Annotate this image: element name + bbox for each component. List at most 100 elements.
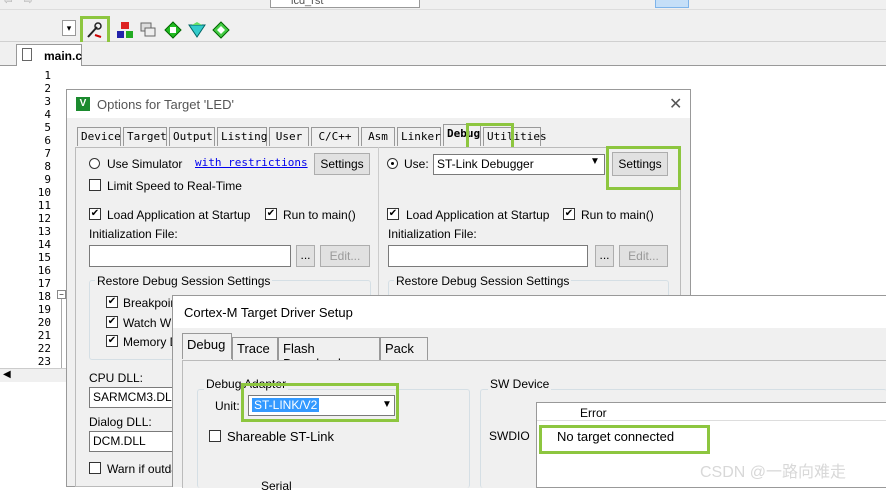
unit-select[interactable]: ST-LINK/V2 ▼ [248, 395, 395, 416]
line-number: 5 [44, 121, 51, 134]
pack-installer-icon[interactable] [188, 21, 206, 39]
cortex-tab-trace[interactable]: Trace [232, 337, 278, 360]
no-target-text: No target connected [557, 429, 675, 444]
watermark: CSDN @一路向难走 [700, 464, 847, 481]
run-main-checkbox-right[interactable]: ✔ [563, 208, 575, 220]
with-restrictions-link[interactable]: with restrictions [195, 156, 308, 169]
cortex-tab-debug[interactable]: Debug [182, 333, 232, 359]
debugger-select-value: ST-Link Debugger [437, 157, 534, 171]
line-number: 21 [37, 329, 51, 342]
edit-button-left[interactable]: Edit... [320, 245, 370, 267]
line-number: 7 [44, 147, 51, 160]
line-number: 22 [37, 342, 51, 355]
browse-button-left[interactable]: ... [296, 245, 315, 267]
restore-group-title-left: Restore Debug Session Settings [95, 274, 273, 288]
memory-checkbox[interactable]: ✔ [106, 335, 118, 347]
options-titlebar: V Options for Target 'LED' ✕ [67, 90, 690, 118]
cortex-tab-flash-download[interactable]: Flash Download [278, 337, 380, 371]
options-tab-user[interactable]: User [269, 127, 309, 146]
editor-tab-main-c[interactable]: main.c [16, 44, 82, 66]
cpu-dll-field[interactable]: SARMCM3.DLL [89, 387, 175, 408]
keil-logo-icon: V [76, 97, 90, 111]
top-toolbar-strip: ⇦ ⇨ lcd_rst [0, 0, 886, 10]
debugger-dropdown-icon[interactable]: ▼ [590, 156, 600, 167]
fold-marker-icon[interactable]: − [57, 290, 66, 299]
select-packs-icon[interactable] [164, 21, 182, 39]
line-number: 16 [37, 264, 51, 277]
load-app-checkbox-right[interactable]: ✔ [387, 208, 399, 220]
init-file-label-right: Initialization File: [388, 227, 477, 241]
browse-button-right[interactable]: ... [595, 245, 614, 267]
init-file-input-right[interactable] [388, 245, 588, 267]
forward-arrow-icon[interactable]: ⇨ [24, 0, 32, 7]
debugger-settings-button[interactable]: Settings [612, 152, 668, 176]
limit-speed-checkbox[interactable] [89, 179, 101, 191]
options-tab-cc[interactable]: C/C++ [311, 127, 359, 146]
options-tab-asm[interactable]: Asm [361, 127, 395, 146]
target-field[interactable]: lcd_rst [270, 0, 420, 8]
unit-dropdown-icon[interactable]: ▼ [382, 399, 392, 410]
cortex-tab-pack[interactable]: Pack [380, 337, 428, 360]
editor-hscrollbar[interactable]: ◀ [0, 368, 66, 382]
dialog-dll-field[interactable]: DCM.DLL [89, 431, 175, 452]
options-tabs: Device Target Output Listing User C/C++ Asm Lin… [77, 124, 677, 147]
run-time-env-icon[interactable] [212, 21, 230, 39]
debugger-select[interactable]: ST-Link Debugger [433, 154, 605, 175]
run-main-label-right: Run to main() [581, 208, 654, 222]
manage-project-icon[interactable] [116, 21, 134, 39]
shareable-label: Shareable ST-Link [227, 429, 334, 444]
unit-label: Unit: [215, 399, 240, 413]
run-main-label-left: Run to main() [283, 208, 356, 222]
simulator-radio[interactable] [89, 158, 100, 169]
back-arrow-icon[interactable]: ⇦ [4, 0, 12, 7]
breakpoints-checkbox[interactable]: ✔ [106, 296, 118, 308]
file-extensions-icon[interactable] [139, 21, 157, 39]
line-number: 11 [37, 199, 51, 212]
line-number: 6 [44, 134, 51, 147]
options-tab-output[interactable]: Output [169, 127, 215, 146]
watch-checkbox[interactable]: ✔ [106, 316, 118, 328]
close-icon[interactable]: ✕ [669, 94, 682, 114]
toolbar-active-button[interactable] [655, 0, 689, 8]
serial-label: Serial [261, 479, 292, 493]
options-tab-linker[interactable]: Linker [397, 127, 441, 146]
shareable-checkbox[interactable] [209, 430, 221, 442]
file-icon [22, 48, 32, 61]
error-column-header: Error [580, 406, 607, 420]
target-field-value: lcd_rst [291, 0, 324, 7]
options-tab-device[interactable]: Device [77, 127, 121, 146]
limit-speed-label: Limit Speed to Real-Time [107, 179, 242, 193]
line-number: 13 [37, 225, 51, 238]
options-tab-utilities[interactable]: Utilities [483, 127, 547, 146]
cortex-tabs: DebugTraceFlash DownloadPack [182, 333, 582, 371]
line-number: 20 [37, 316, 51, 329]
line-number: 1 [44, 69, 51, 82]
line-number: 9 [44, 173, 51, 186]
edit-button-right[interactable]: Edit... [619, 245, 668, 267]
line-number: 23 [37, 355, 51, 368]
use-simulator-label: Use Simulator [107, 157, 183, 171]
sw-device-header-row: Error [537, 403, 886, 421]
line-number: 19 [37, 303, 51, 316]
use-debugger-radio[interactable] [387, 158, 398, 169]
init-file-input-left[interactable] [89, 245, 291, 267]
fold-line [61, 299, 62, 369]
options-tab-debug[interactable]: Debug [443, 124, 481, 146]
scroll-left-icon[interactable]: ◀ [3, 369, 11, 380]
target-dropdown[interactable]: ▾ [62, 20, 76, 36]
editor-tab-label: main.c [44, 49, 83, 63]
line-number: 3 [44, 95, 51, 108]
warn-outdated-checkbox[interactable] [89, 462, 101, 474]
run-main-checkbox-left[interactable]: ✔ [265, 208, 277, 220]
options-tab-target[interactable]: Target [123, 127, 167, 146]
line-number-gutter: 1 2 3 4 5 6 7 8 9 10 11 12 13 14 15 16 17 18 19 20 21 22 23 − [0, 66, 66, 368]
load-app-label-left: Load Application at Startup [107, 208, 251, 222]
cpu-dll-label: CPU DLL: [89, 371, 144, 385]
editor-tab-strip: main.c [0, 42, 886, 66]
unit-select-value: ST-LINK/V2 [252, 398, 320, 412]
options-for-target-icon[interactable] [86, 21, 104, 39]
radio-dot [391, 162, 394, 165]
load-app-checkbox-left[interactable]: ✔ [89, 208, 101, 220]
simulator-settings-button[interactable]: Settings [314, 153, 370, 175]
options-tab-listing[interactable]: Listing [217, 127, 267, 146]
